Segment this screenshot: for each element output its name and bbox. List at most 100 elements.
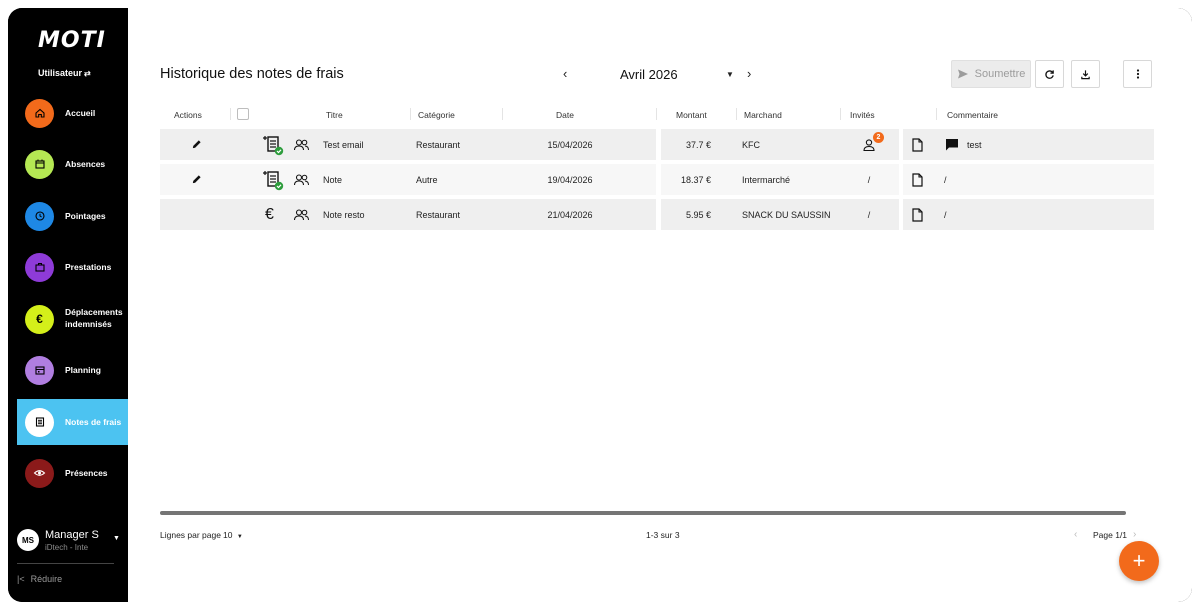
user-profile-menu[interactable]: MS Manager S iDtech - Inte ▼ bbox=[17, 526, 122, 554]
switch-icon: ⇄ bbox=[84, 69, 91, 78]
sidebar-item-label-group: Déplacements indemnisés bbox=[65, 306, 123, 330]
sidebar-item-label: Prestations bbox=[65, 262, 112, 272]
app-frame: MOTI Utilisateur ⇄ Accueil Absences Poin… bbox=[0, 0, 1200, 610]
guests-button[interactable]: 2 bbox=[858, 129, 884, 160]
more-vertical-icon bbox=[1136, 69, 1139, 79]
guests-count-badge: 2 bbox=[873, 131, 884, 143]
sidebar-item-prestations[interactable]: Prestations bbox=[17, 244, 128, 290]
sidebar-item-label: Pointages bbox=[65, 211, 106, 221]
avatar: MS bbox=[17, 529, 39, 551]
pencil-icon bbox=[192, 140, 201, 149]
document-icon[interactable] bbox=[910, 199, 924, 230]
clock-icon bbox=[25, 201, 54, 231]
app-window: MOTI Utilisateur ⇄ Accueil Absences Poin… bbox=[8, 8, 1192, 602]
row-amount: 5.95 € bbox=[685, 209, 711, 220]
table-row[interactable]: Test email Restaurant 15/04/2026 37.7 € … bbox=[160, 129, 1154, 160]
collapse-icon: |< bbox=[17, 574, 25, 584]
table-row[interactable]: Note Autre 19/04/2026 18.37 € Intermarch… bbox=[160, 164, 1154, 195]
euro-icon: € bbox=[265, 205, 274, 223]
sidebar: MOTI Utilisateur ⇄ Accueil Absences Poin… bbox=[8, 8, 128, 602]
sidebar-item-accueil[interactable]: Accueil bbox=[17, 90, 128, 136]
user-role-label: Utilisateur bbox=[38, 68, 83, 78]
row-category: Restaurant bbox=[416, 139, 461, 150]
page-indicator: Page 1/1 bbox=[1093, 530, 1128, 540]
month-select[interactable]: Avril 2026 bbox=[620, 67, 678, 82]
profile-organization: iDtech - Inte bbox=[45, 543, 89, 552]
row-amount: 18.37 € bbox=[680, 174, 711, 185]
download-button[interactable] bbox=[1071, 60, 1100, 88]
next-page-button[interactable]: › bbox=[1133, 529, 1136, 540]
month-dropdown-icon[interactable]: ▼ bbox=[726, 70, 734, 79]
previous-page-button[interactable]: ‹ bbox=[1074, 529, 1077, 540]
rows-per-page-label: Lignes par page bbox=[160, 530, 221, 540]
pagination-range: 1-3 sur 3 bbox=[646, 530, 680, 540]
sidebar-item-presences[interactable]: Présences bbox=[17, 450, 128, 496]
row-category: Restaurant bbox=[416, 209, 461, 220]
row-merchant: SNACK DU SAUSSIN bbox=[742, 209, 831, 220]
column-header-invites[interactable]: Invités bbox=[850, 110, 875, 120]
document-icon[interactable] bbox=[910, 164, 924, 195]
select-all-checkbox[interactable] bbox=[237, 108, 249, 120]
previous-month-button[interactable]: ‹ bbox=[563, 66, 567, 81]
planning-icon bbox=[25, 355, 54, 385]
user-role-switch[interactable]: Utilisateur ⇄ bbox=[38, 68, 91, 78]
guest-icon: 2 bbox=[862, 131, 884, 152]
row-title: Test email bbox=[323, 139, 364, 150]
main-content: Historique des notes de frais ‹ Avril 20… bbox=[128, 8, 1192, 602]
more-options-button[interactable] bbox=[1123, 60, 1152, 88]
document-icon[interactable] bbox=[910, 129, 924, 160]
sidebar-item-planning[interactable]: Planning bbox=[17, 347, 128, 393]
row-date: 19/04/2026 bbox=[547, 174, 593, 185]
column-header-titre[interactable]: Titre bbox=[326, 110, 343, 120]
pencil-icon bbox=[192, 175, 201, 184]
column-separator bbox=[230, 108, 231, 120]
edit-button[interactable] bbox=[188, 129, 204, 160]
send-icon bbox=[957, 69, 968, 79]
submit-label: Soumettre bbox=[974, 68, 1026, 80]
sidebar-item-pointages[interactable]: Pointages bbox=[17, 193, 128, 239]
edit-button[interactable] bbox=[188, 164, 204, 195]
sidebar-item-notes-de-frais[interactable]: Notes de frais bbox=[17, 399, 128, 445]
comment-icon bbox=[944, 129, 960, 160]
row-segment bbox=[903, 164, 1154, 195]
calendar-icon bbox=[25, 149, 54, 179]
collapse-sidebar-button[interactable]: |< Réduire bbox=[17, 574, 62, 584]
collapse-label: Réduire bbox=[30, 574, 63, 584]
month-navigator: ‹ Avril 2026 ▼ › bbox=[563, 66, 763, 86]
row-title: Note resto bbox=[323, 209, 365, 220]
row-date: 21/04/2026 bbox=[547, 209, 593, 220]
app-logo[interactable]: MOTI bbox=[38, 28, 106, 53]
add-expense-button[interactable]: + bbox=[1119, 541, 1159, 581]
sidebar-item-deplacements[interactable]: € Déplacements indemnisés bbox=[17, 296, 128, 342]
receipt-icon bbox=[25, 407, 54, 437]
column-header-commentaire[interactable]: Commentaire bbox=[947, 110, 998, 120]
refresh-icon bbox=[1045, 69, 1054, 79]
home-icon bbox=[25, 98, 54, 128]
horizontal-scrollbar[interactable] bbox=[160, 511, 1126, 515]
column-header-marchand[interactable]: Marchand bbox=[744, 110, 782, 120]
column-separator bbox=[840, 108, 841, 120]
sidebar-item-label: Planning bbox=[65, 365, 101, 375]
chevron-down-icon: ▼ bbox=[113, 535, 120, 542]
rows-per-page-value: 10 bbox=[223, 530, 233, 540]
row-merchant: KFC bbox=[742, 139, 760, 150]
row-merchant: Intermarché bbox=[742, 174, 791, 185]
row-comment: / bbox=[944, 209, 947, 220]
sidebar-divider bbox=[17, 563, 114, 564]
row-segment bbox=[903, 129, 1154, 160]
sidebar-item-absences[interactable]: Absences bbox=[17, 141, 128, 187]
column-header-montant[interactable]: Montant bbox=[676, 110, 707, 120]
rows-per-page-select[interactable]: 10 ▼ bbox=[223, 530, 243, 540]
submit-button[interactable]: Soumettre bbox=[951, 60, 1031, 88]
row-comment: / bbox=[944, 174, 947, 185]
column-header-categorie[interactable]: Catégorie bbox=[418, 110, 455, 120]
column-header-date[interactable]: Date bbox=[556, 110, 574, 120]
sidebar-item-label: Absences bbox=[65, 159, 106, 169]
table-row[interactable]: € Note resto Restaurant 21/04/2026 5.95 … bbox=[160, 199, 1154, 230]
column-separator bbox=[736, 108, 737, 120]
row-guests: / bbox=[867, 174, 871, 185]
sidebar-item-label: Notes de frais bbox=[65, 417, 122, 427]
profile-name: Manager S bbox=[45, 529, 99, 541]
next-month-button[interactable]: › bbox=[747, 66, 751, 81]
refresh-button[interactable] bbox=[1035, 60, 1064, 88]
